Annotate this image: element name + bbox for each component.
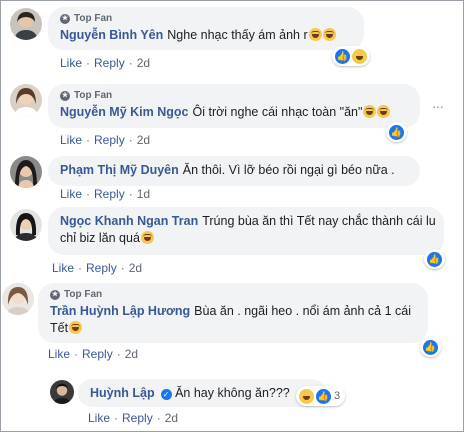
like-reaction-icon: 👍 (316, 388, 331, 404)
laughing-emoji-icon (363, 105, 377, 118)
comment-author[interactable]: Trần Huỳnh Lập Hương (50, 304, 190, 318)
reply-link[interactable]: Reply (94, 187, 125, 201)
timestamp[interactable]: 2d (137, 133, 150, 147)
comment-text: Trúng bùa ăn thì Tết nay chắc thành cái … (202, 214, 436, 228)
comment-text: Nghe nhạc thấy ám ảnh r (167, 28, 308, 42)
reaction-count: 3 (334, 390, 341, 402)
comment-actions: Like · Reply · 2d (60, 56, 151, 70)
laughing-emoji-icon (69, 321, 83, 334)
timestamp[interactable]: 1d (137, 187, 150, 201)
star-icon: ★ (50, 289, 60, 300)
comment-author[interactable]: Nguyễn Mỹ Kim Ngọc (60, 105, 189, 119)
comment-bubble: ★ Top Fan Trần Huỳnh Lập Hương Bùa ăn . ng… (38, 283, 428, 343)
comment-actions: Like · Reply · 2d (48, 347, 139, 361)
verified-badge-icon: ✓ (160, 389, 172, 400)
reaction-summary[interactable]: 👍 (332, 46, 370, 66)
comment-author[interactable]: Ngọc Khanh Ngan Tran (60, 214, 198, 228)
avatar[interactable] (10, 8, 42, 40)
like-reaction-icon: 👍 (389, 124, 404, 140)
top-fan-badge: ★ Top Fan (60, 90, 113, 101)
top-fan-badge: ★ Top Fan (50, 289, 103, 300)
comment-text: Ăn hay không ăn??? (175, 386, 290, 400)
avatar[interactable] (10, 156, 42, 188)
more-options-icon[interactable]: ··· (432, 98, 444, 114)
comment-bubble: ★ Top Fan Nguyễn Mỹ Kim Ngọc Ôi trời nghe … (48, 84, 420, 128)
timestamp[interactable]: 2d (129, 261, 142, 275)
reply-link[interactable]: Reply (122, 411, 153, 425)
reaction-summary[interactable]: 👍 3 (296, 386, 346, 406)
reply-link[interactable]: Reply (86, 261, 117, 275)
laughing-emoji-icon (322, 28, 336, 41)
reaction-summary[interactable]: 👍 (420, 337, 441, 357)
like-link[interactable]: Like (60, 56, 82, 70)
timestamp[interactable]: 2d (125, 347, 138, 361)
avatar[interactable] (10, 84, 42, 116)
top-fan-badge: ★ Top Fan (60, 13, 113, 24)
laughing-emoji-icon (377, 105, 391, 118)
comment-author[interactable]: Huỳnh Lập (90, 386, 155, 400)
reaction-summary[interactable]: 👍 (424, 249, 445, 269)
avatar[interactable] (10, 209, 42, 241)
reply-link[interactable]: Reply (82, 347, 113, 361)
timestamp[interactable]: 2d (165, 411, 178, 425)
comment-bubble: ★ Top Fan Nguyễn Bình Yên Nghe nhạc thấy á… (48, 7, 364, 50)
like-link[interactable]: Like (60, 133, 82, 147)
comment-author[interactable]: Nguyễn Bình Yên (60, 28, 163, 42)
avatar[interactable] (2, 283, 34, 315)
like-link[interactable]: Like (88, 411, 110, 425)
avatar[interactable] (50, 380, 74, 404)
comment-bubble: Huỳnh Lập ✓ Ăn hay không ăn??? (78, 379, 326, 407)
like-link[interactable]: Like (48, 347, 70, 361)
like-reaction-icon: 👍 (427, 251, 442, 267)
comment-actions: Like · Reply · 2d (60, 133, 151, 147)
reply-link[interactable]: Reply (94, 133, 125, 147)
comment-bubble: Phạm Thị Mỹ Duyên Ăn thôi. Vì lỡ béo rồi … (48, 156, 420, 186)
comment-bubble: Ngọc Khanh Ngan Tran Trúng bùa ăn thì Tết… (48, 207, 444, 255)
comment-actions: Like · Reply · 2d (52, 261, 143, 275)
comment-text: chỉ biz lăn quá (60, 231, 140, 245)
comment-text: Tết (50, 321, 69, 335)
laughing-emoji-icon (308, 28, 322, 41)
comment-text: Ăn thôi. Vì lỡ béo rồi ngại gì béo nữa . (182, 163, 395, 177)
laughing-emoji-icon (140, 231, 154, 244)
comment-author[interactable]: Phạm Thị Mỹ Duyên (60, 163, 179, 177)
comment-text: Bùa ăn . ngãi heo . nổi ám ảnh cả 1 cái (194, 304, 411, 318)
haha-reaction-icon (352, 48, 367, 64)
reaction-summary[interactable]: 👍 (386, 122, 407, 142)
comment-actions: Like · Reply · 1d (60, 187, 151, 201)
like-link[interactable]: Like (60, 187, 82, 201)
reply-link[interactable]: Reply (94, 56, 125, 70)
like-reaction-icon: 👍 (335, 48, 350, 64)
like-link[interactable]: Like (52, 261, 74, 275)
comment-actions: Like · Reply · 2d (88, 411, 179, 425)
star-icon: ★ (60, 13, 70, 24)
star-icon: ★ (60, 90, 70, 101)
timestamp[interactable]: 2d (137, 56, 150, 70)
haha-reaction-icon (299, 388, 314, 404)
comment-text: Ôi trời nghe cái nhạc toàn "ăn" (192, 105, 363, 119)
like-reaction-icon: 👍 (423, 339, 438, 355)
